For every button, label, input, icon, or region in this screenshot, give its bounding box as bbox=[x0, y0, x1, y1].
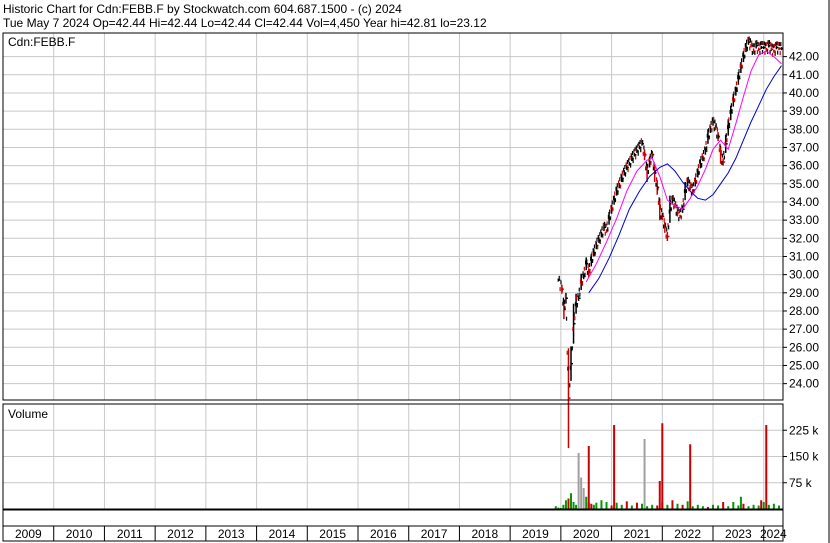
year-label: 2015 bbox=[319, 527, 346, 541]
price-tick-label: 39.00 bbox=[789, 104, 819, 118]
price-tick-label: 33.00 bbox=[789, 213, 819, 227]
year-label: 2023 bbox=[725, 527, 752, 541]
stock-chart: 24.00 25.00 26.00 27.00 28.00 29.00 30.00 31.00… bbox=[2, 0, 830, 543]
year-label: 2019 bbox=[522, 527, 549, 541]
price-tick-label: 34.00 bbox=[789, 195, 819, 209]
year-label: 2012 bbox=[167, 527, 194, 541]
moving-average-fast-line bbox=[585, 50, 782, 283]
price-tick-label: 28.00 bbox=[789, 304, 819, 318]
price-tick-label: 31.00 bbox=[789, 249, 819, 263]
price-tick-label: 30.00 bbox=[789, 268, 819, 282]
year-label: 2014 bbox=[269, 527, 296, 541]
year-label: 2009 bbox=[15, 527, 42, 541]
price-tick-label: 25.00 bbox=[789, 358, 819, 372]
price-tick-label: 27.00 bbox=[789, 322, 819, 336]
price-tick-label: 38.00 bbox=[789, 122, 819, 136]
year-label: 2010 bbox=[66, 527, 93, 541]
price-layer bbox=[557, 36, 784, 449]
spacer-panel-frame bbox=[2, 509, 784, 527]
year-label: 2024 bbox=[760, 527, 787, 541]
year-label: 2013 bbox=[218, 527, 245, 541]
volume-layer bbox=[554, 423, 780, 509]
axis-layer: 24.00 25.00 26.00 27.00 28.00 29.00 30.00 31.00… bbox=[2, 0, 830, 543]
year-label: 2022 bbox=[674, 527, 701, 541]
year-label: 2020 bbox=[573, 527, 600, 541]
price-panel-title: Cdn:FEBB.F bbox=[8, 35, 75, 49]
year-label: 2011 bbox=[117, 527, 143, 541]
price-tick-label: 26.00 bbox=[789, 340, 819, 354]
year-label: 2016 bbox=[370, 527, 397, 541]
price-tick-label: 35.00 bbox=[789, 177, 819, 191]
volume-panel-title: Volume bbox=[8, 407, 48, 421]
price-tick-label: 24.00 bbox=[789, 377, 819, 391]
price-tick-label: 36.00 bbox=[789, 159, 819, 173]
price-tick-label: 40.00 bbox=[789, 86, 819, 100]
price-tick-label: 42.00 bbox=[789, 50, 819, 64]
price-tick-label: 37.00 bbox=[789, 140, 819, 154]
price-tick-label: 29.00 bbox=[789, 286, 819, 300]
volume-tick-label: 150 k bbox=[789, 450, 819, 464]
year-label: 2021 bbox=[624, 527, 651, 541]
price-panel-frame bbox=[2, 32, 784, 401]
price-tick-label: 32.00 bbox=[789, 231, 819, 245]
year-label: 2017 bbox=[421, 527, 448, 541]
grid-layer bbox=[2, 33, 783, 509]
year-label: 2018 bbox=[471, 527, 498, 541]
price-tick-label: 41.00 bbox=[789, 68, 819, 82]
volume-tick-label: 225 k bbox=[789, 423, 819, 437]
volume-tick-label: 75 k bbox=[789, 476, 813, 490]
moving-average-slow-line bbox=[588, 65, 782, 294]
